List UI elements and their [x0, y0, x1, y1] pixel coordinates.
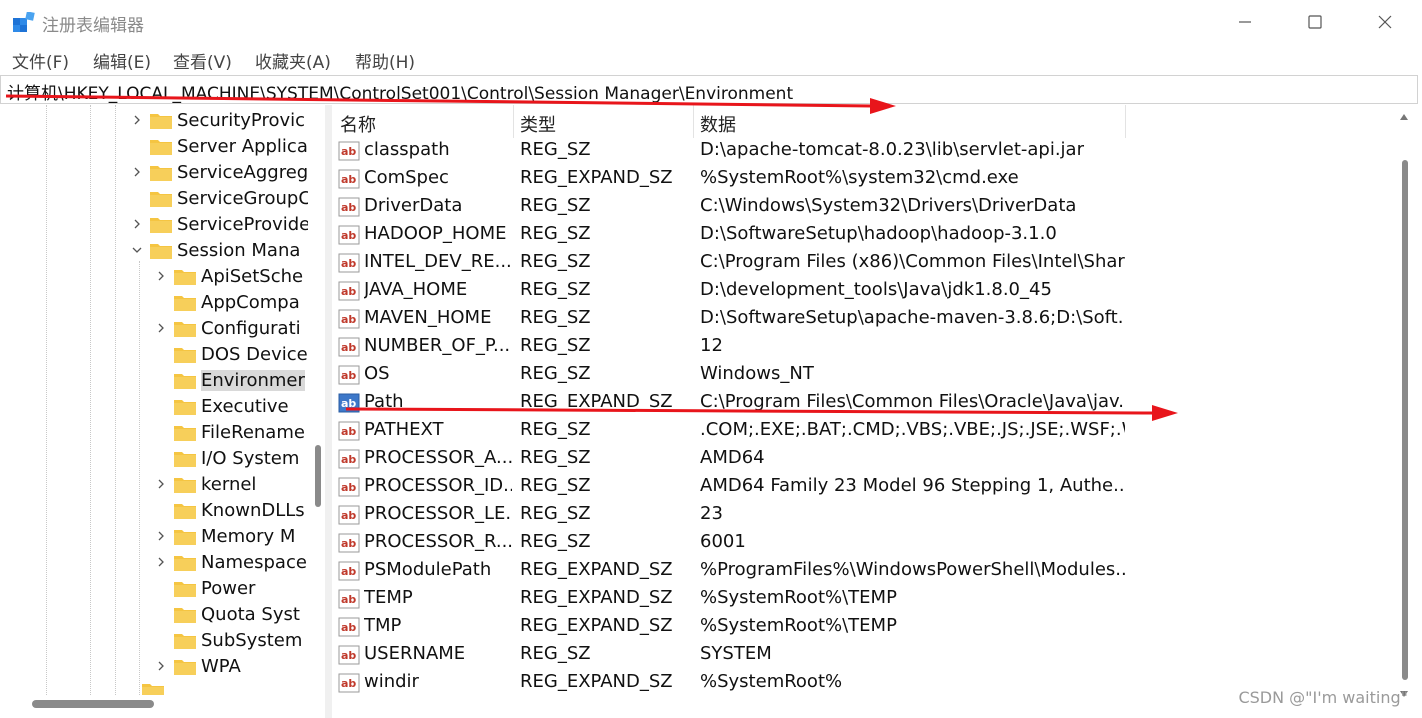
watermark: CSDN @"I'm waiting" [1238, 688, 1408, 707]
address-annotation-arrow [5, 94, 896, 114]
annotation-overlay [5, 94, 1178, 421]
path-annotation-arrow [345, 405, 1178, 421]
